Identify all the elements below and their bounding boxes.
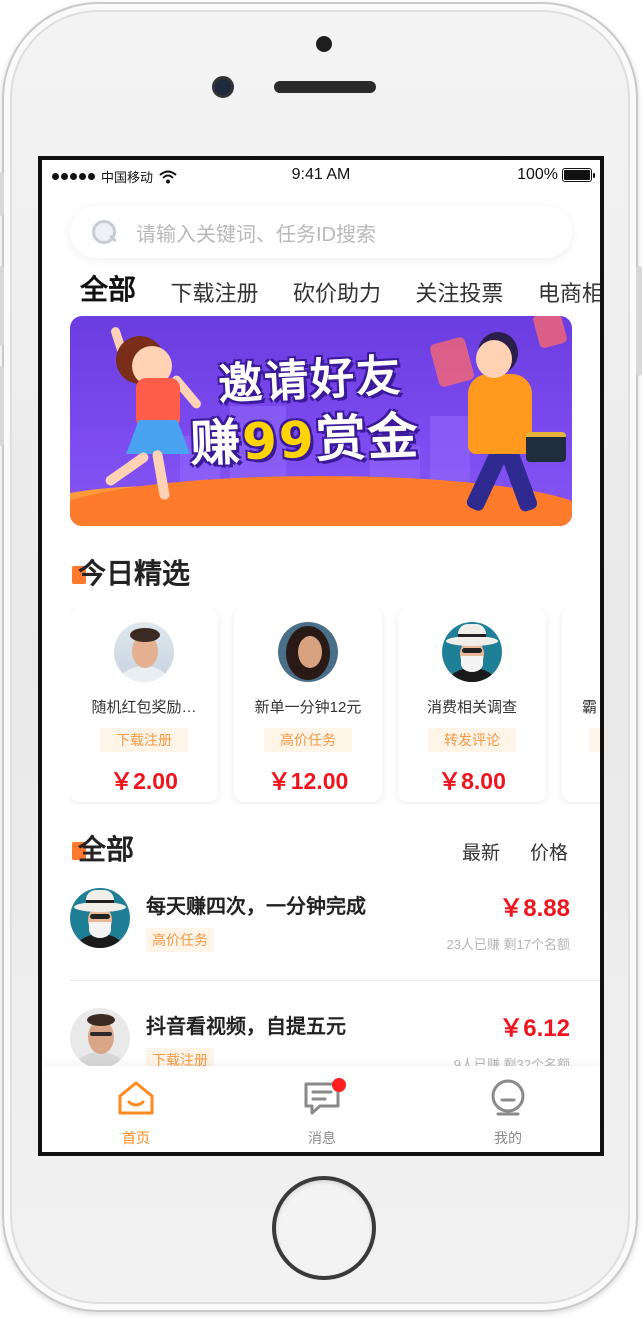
volume-up-button [0,266,4,346]
avatar-beard [89,922,111,938]
man-illustration [476,340,512,378]
tab-messages[interactable]: 消息 [262,1066,382,1152]
tab-mine[interactable]: 我的 [448,1066,568,1152]
featured-card[interactable]: 新单一分钟12元 高价任务 ￥12.00 [234,608,382,802]
card-price: ￥12.00 [267,768,349,794]
app-screen: 中国移动 9:41 AM 100% 请输入关键词、任务ID搜索 全部 下载注册 … [38,156,604,1156]
tab-messages-label: 消息 [308,1130,336,1146]
girl-illustration [136,378,180,424]
banner-wave [70,476,572,526]
avatar-glasses [462,648,482,653]
avatar [70,1008,130,1068]
avatar [442,622,502,682]
briefcase-icon [526,432,566,462]
task-meta: 23人已赚 剩17个名额 [446,937,570,952]
row-divider [70,980,600,981]
search-bar[interactable]: 请输入关键词、任务ID搜索 [70,206,572,258]
card-tag: 高价任务 [264,728,352,752]
profile-icon [491,1079,525,1116]
tab-home-label: 首页 [122,1130,150,1146]
task-title: 每天赚四次，一分钟完成 [146,896,366,918]
home-button[interactable] [272,1176,376,1280]
tab-mine-label: 我的 [494,1130,522,1146]
all-title: 全部 [78,834,135,865]
tab-all[interactable]: 全部 [80,268,136,308]
task-price: ￥8.88 [499,895,570,922]
card-tag [590,728,600,752]
power-button [636,266,642,376]
earpiece-speaker [274,81,376,93]
task-row[interactable]: 每天赚四次，一分钟完成 高价任务 ￥8.88 23人已赚 剩17个名额 [70,888,600,998]
tab-ecommerce[interactable]: 电商相 [538,276,600,308]
card-title: 消费相关调查 [426,699,517,716]
card-price: ￥2.00 [110,768,178,794]
avatar-beard [461,656,483,672]
featured-cards: 随机红包奖励… 下载注册 ￥2.00 新单一分钟12元 高价任务 ￥12.00 [70,608,600,804]
red-envelope-icon [428,336,476,388]
search-icon [90,218,118,246]
card-tag: 转发评论 [428,728,516,752]
battery-icon [562,168,595,182]
man-illustration [468,374,532,454]
card-price: ￥8.00 [438,768,506,794]
girl-leg [103,450,151,488]
featured-card[interactable]: 随机红包奖励… 下载注册 ￥2.00 [70,608,218,802]
status-right: 100% [517,166,595,184]
avatar-glasses [90,1032,112,1036]
status-bar: 中国移动 9:41 AM 100% [42,160,600,192]
featured-title: 今日精选 [78,558,191,589]
avatar-hat [86,890,114,906]
avatar-hat-band [458,634,486,637]
avatar-shirt [120,666,168,682]
front-camera [212,76,234,98]
card-tag: 下载注册 [100,728,188,752]
avatar-hat [458,624,486,640]
sort-newest-button[interactable]: 最新 [462,838,500,865]
avatar [70,888,130,948]
featured-card[interactable]: 霸 [562,608,600,802]
avatar-hat-band [86,900,114,903]
banner-reward: 赏金 [314,407,421,469]
tab-follow-vote[interactable]: 关注投票 [415,276,503,308]
avatar [114,622,174,682]
tab-home[interactable]: 首页 [76,1066,196,1152]
task-price: ￥6.12 [499,1015,570,1042]
card-title: 随机红包奖励… [91,699,197,716]
category-tabs: 全部 下载注册 砍价助力 关注投票 电商相 [80,268,600,308]
home-icon [118,1081,154,1115]
all-section-header: 全部 [72,828,134,868]
avatar-hair [87,1014,115,1026]
avatar-face [298,636,322,668]
proximity-sensor [316,36,332,52]
card-title: 霸 [582,699,598,716]
avatar-hair [130,628,160,642]
search-placeholder: 请输入关键词、任务ID搜索 [136,223,376,246]
banner-earn: 赚 [189,413,244,473]
sort-price-button[interactable]: 价格 [530,838,568,865]
volume-down-button [0,366,4,446]
featured-card[interactable]: 消费相关调查 转发评论 ￥8.00 [398,608,546,802]
banner-subheadline: 赚99赏金 [189,396,421,476]
invite-banner[interactable]: 邀请好友 赚99赏金 [70,316,572,526]
red-envelope-icon [532,316,568,350]
bottom-tab-bar: 首页 消息 我的 [42,1066,600,1152]
girl-arm [109,325,136,381]
card-title: 新单一分钟12元 [254,699,362,716]
banner-amount: 99 [241,410,317,472]
girl-illustration [126,420,190,454]
featured-section-header: 今日精选 [72,552,190,592]
mute-switch [0,172,4,216]
tab-bargain-help[interactable]: 砍价助力 [293,276,381,308]
task-tag: 高价任务 [146,928,214,952]
avatar-glasses [90,914,110,919]
unread-badge [332,1078,346,1092]
tab-download-register[interactable]: 下载注册 [170,276,258,308]
avatar [278,622,338,682]
task-title: 抖音看视频，自提五元 [146,1016,346,1038]
battery-percent: 100% [517,166,558,183]
